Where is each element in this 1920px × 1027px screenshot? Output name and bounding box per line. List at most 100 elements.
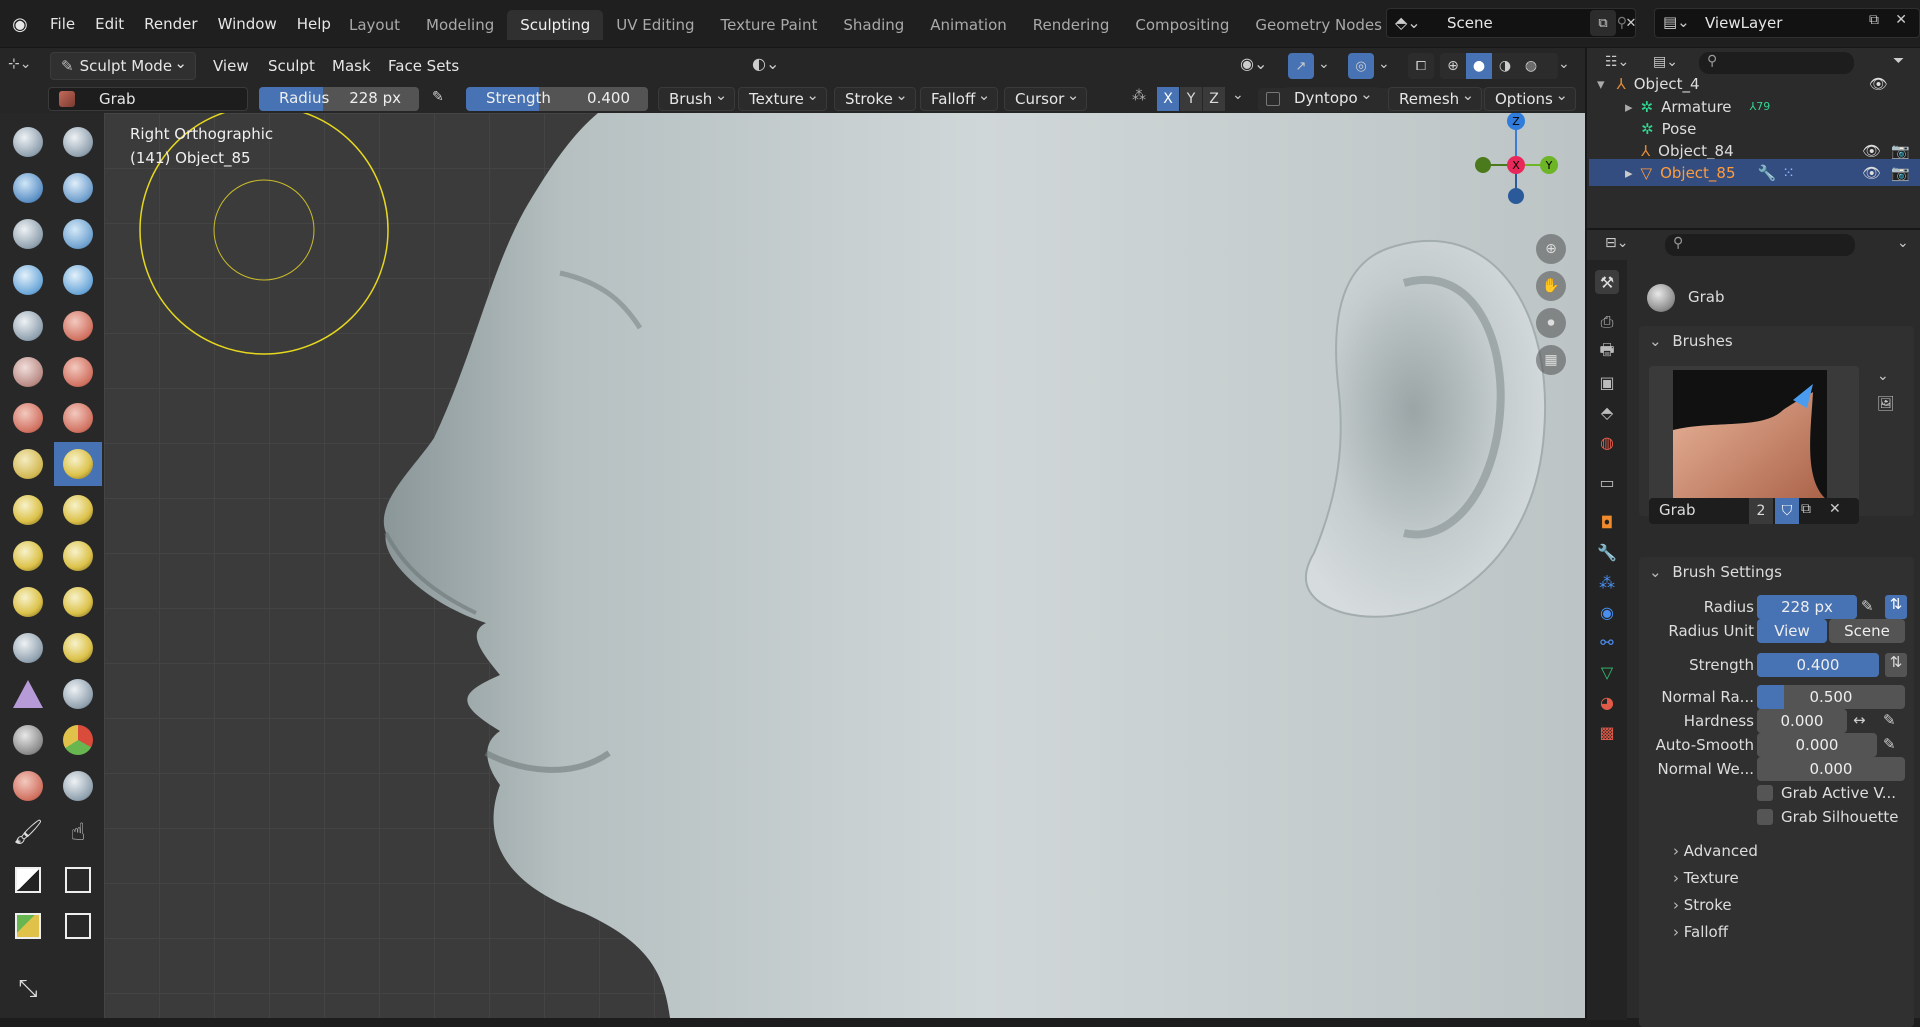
outliner-editor-icon[interactable]: ☷⌄ (1605, 54, 1629, 70)
modifiers-tab-icon[interactable]: 🔧 (1595, 540, 1619, 564)
paint-tool[interactable]: 🖌 (4, 810, 52, 854)
modifier-wrench-icon[interactable]: 🔧 (1758, 164, 1777, 182)
texture-tab-icon[interactable]: ▩ (1595, 720, 1619, 744)
radius-unit-scene[interactable]: Scene (1829, 619, 1905, 643)
radius-field[interactable]: 228 px (1757, 595, 1857, 619)
pressure-pen-icon[interactable]: ✎ (1883, 711, 1896, 729)
auto-smooth-field[interactable]: 0.000 (1757, 733, 1877, 757)
transform-pivot-icon[interactable]: ◐⌄ (752, 54, 779, 73)
view-layer-selector[interactable]: ▤⌄ ViewLayer ⧉ ✕ (1654, 8, 1920, 38)
tab-animation[interactable]: Animation (917, 10, 1019, 40)
multiplane-scrape-tool[interactable] (54, 396, 102, 440)
snake-hook-tool[interactable] (54, 488, 102, 532)
pan-hand-icon[interactable]: ✋ (1536, 271, 1566, 301)
render-tab-icon[interactable]: ⎙ (1595, 310, 1619, 334)
delete-view-layer-icon[interactable]: ✕ (1895, 12, 1907, 28)
object-tab-icon[interactable]: ◘ (1595, 510, 1619, 534)
pressure-pen-icon[interactable]: ✎ (432, 89, 444, 105)
blob-tool[interactable] (54, 258, 102, 302)
simplify-tool[interactable] (54, 672, 102, 716)
tool-tab-icon[interactable]: ⚒ (1595, 270, 1619, 294)
brush-image-icon[interactable]: 🖼 (1877, 396, 1895, 412)
new-scene-icon[interactable]: ⧉ (1590, 10, 1616, 36)
box-face-set-tool[interactable] (4, 904, 52, 948)
scrape-tool[interactable] (4, 396, 52, 440)
menu-mask[interactable]: Mask (332, 52, 371, 80)
draw-face-sets-tool[interactable] (54, 718, 102, 762)
brush-dropdown[interactable]: Brush (658, 84, 736, 111)
tab-texture-paint[interactable]: Texture Paint (708, 10, 831, 40)
pressure-pen-icon[interactable]: ✎ (1883, 735, 1896, 753)
chevron-down-icon[interactable]: ⌄ (1897, 235, 1909, 251)
grab-tool[interactable] (54, 442, 102, 486)
solid-shading-icon[interactable]: ● (1466, 53, 1492, 79)
smear-tool[interactable]: ☝ (54, 810, 102, 854)
advanced-subpanel[interactable]: › Advanced (1673, 842, 1758, 860)
chevron-down-icon[interactable]: ⌄ (1232, 87, 1244, 103)
boundary-tool[interactable] (54, 626, 102, 670)
duplicate-brush-icon[interactable]: ⧉ (1801, 501, 1811, 517)
box-hide-tool[interactable] (54, 858, 102, 902)
material-tab-icon[interactable]: ◕ (1595, 690, 1619, 714)
mirror-y-toggle[interactable]: Y (1180, 87, 1202, 111)
mirror-z-toggle[interactable]: Z (1203, 87, 1225, 111)
pinch-tool[interactable] (4, 442, 52, 486)
zoom-icon[interactable]: ⊕ (1536, 234, 1566, 264)
brush-preview[interactable] (1649, 366, 1859, 524)
menu-file[interactable]: File (40, 15, 85, 33)
ortho-grid-icon[interactable]: ▦ (1536, 345, 1566, 375)
editor-type-icon[interactable]: ⊹⌄ (8, 56, 31, 72)
chevron-down-icon[interactable]: ⌄ (1318, 56, 1330, 72)
delete-scene-icon[interactable]: ✕ (1618, 10, 1644, 36)
texture-dropdown[interactable]: Texture (738, 84, 827, 111)
scene-tab-icon[interactable]: ⬘ (1595, 400, 1619, 424)
dyntopo-dropdown[interactable]: Dyntopo (1284, 83, 1380, 111)
mask-tool[interactable] (4, 718, 52, 762)
tab-geometry-nodes[interactable]: Geometry Nodes (1242, 10, 1395, 40)
physics-tab-icon[interactable]: ◉ (1595, 600, 1619, 624)
properties-editor-icon[interactable]: ⊟⌄ (1605, 235, 1628, 251)
xray-toggle-icon[interactable]: ⧠ (1408, 53, 1434, 79)
cloth-tool[interactable] (4, 672, 52, 716)
constraints-tab-icon[interactable]: ⚯ (1595, 630, 1619, 654)
falloff-dropdown[interactable]: Falloff (920, 84, 999, 111)
strength-slider[interactable]: Strength 0.400 (466, 87, 648, 111)
rendered-shading-icon[interactable]: ◍ (1518, 53, 1544, 79)
layer-tool[interactable] (54, 212, 102, 256)
grab-active-vertex-checkbox[interactable] (1757, 785, 1773, 801)
menu-edit[interactable]: Edit (85, 15, 134, 33)
transform-tool[interactable]: ⤡ (4, 966, 52, 1010)
vertex-groups-icon[interactable]: ⁙ (1782, 164, 1795, 182)
collection-tab-icon[interactable]: ▭ (1595, 470, 1619, 494)
stroke-subpanel[interactable]: › Stroke (1673, 896, 1732, 914)
tab-uv-editing[interactable]: UV Editing (603, 10, 707, 40)
visibility-eye-icon[interactable]: 👁 (1862, 164, 1881, 182)
gizmo-toggle-icon[interactable]: ↗ (1288, 53, 1314, 79)
box-trim-tool[interactable] (54, 904, 102, 948)
tab-modeling[interactable]: Modeling (413, 10, 507, 40)
inflate-tool[interactable] (4, 258, 52, 302)
mode-selector[interactable]: ✎ Sculpt Mode ⌄ (50, 52, 196, 80)
chevron-down-icon[interactable]: ⌄ (1877, 368, 1889, 384)
visibility-eye-icon[interactable]: 👁 (1869, 75, 1888, 93)
dyntopo-checkbox[interactable] (1266, 92, 1280, 106)
chevron-down-icon[interactable]: ⌄ (1558, 56, 1570, 72)
tab-sculpting[interactable]: Sculpting (507, 10, 604, 40)
pressure-pen-icon[interactable]: ✎ (1861, 597, 1874, 615)
brush-user-count[interactable]: 2 (1749, 498, 1773, 524)
display-mode-icon[interactable]: ▤⌄ (1653, 54, 1678, 70)
menu-view[interactable]: View (213, 52, 249, 80)
chevron-down-icon[interactable]: ⌄ (1378, 56, 1390, 72)
expand-arrow-icon[interactable]: ▾ (1597, 75, 1605, 93)
brush-name-field[interactable]: Grab (48, 87, 248, 111)
clay-strips-tool[interactable] (54, 166, 102, 210)
render-camera-icon[interactable]: 📷 (1891, 164, 1910, 182)
elastic-deform-tool[interactable] (4, 488, 52, 532)
wireframe-shading-icon[interactable]: ⊕ (1440, 53, 1466, 79)
texture-subpanel[interactable]: › Texture (1673, 869, 1739, 887)
nudge-tool[interactable] (4, 580, 52, 624)
render-camera-icon[interactable]: 📷 (1891, 142, 1910, 160)
3d-viewport[interactable]: Z Y X ⊕ ✋ ⏺ ▦ (104, 113, 1585, 1018)
cursor-dropdown[interactable]: Cursor (1004, 84, 1088, 111)
menu-render[interactable]: Render (134, 15, 207, 33)
